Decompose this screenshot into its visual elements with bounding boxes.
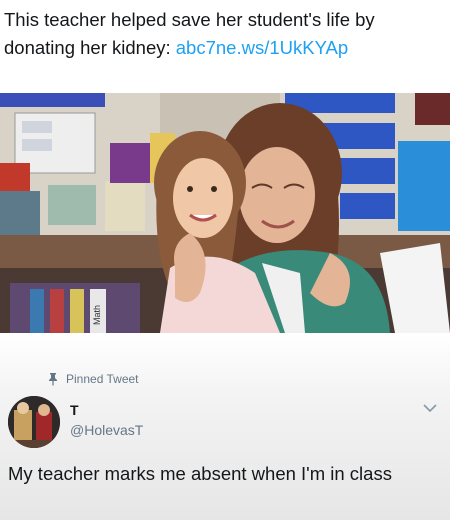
headline: This teacher helped save her student's l… [4,6,444,62]
headline-link[interactable]: abc7ne.ws/1UkKYAp [176,37,348,58]
news-photo: Math [0,93,450,333]
pin-icon [46,372,60,386]
user-handle[interactable]: @HolevasT [70,422,143,438]
avatar[interactable] [8,396,60,448]
user-name[interactable]: T [70,402,79,418]
shelf-label-math: Math [92,305,102,325]
pinned-tweet[interactable]: Pinned Tweet T @HolevasT My teacher mark… [0,334,450,520]
chevron-down-icon[interactable] [422,400,438,416]
tweet-text: My teacher marks me absent when I'm in c… [8,463,392,484]
pinned-label: Pinned Tweet [66,372,139,386]
pinned-indicator: Pinned Tweet [46,372,139,386]
